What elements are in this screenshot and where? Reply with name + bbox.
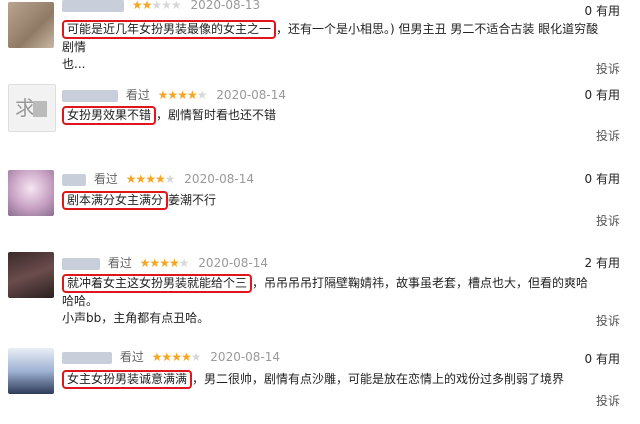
review-item: 求 看过 ★★★★★ 2020-08-14 0 有用 女扮男效果不错 ，剧情暂时看… bbox=[0, 82, 640, 154]
watch-status: 看过 bbox=[125, 88, 150, 102]
username[interactable] bbox=[62, 351, 112, 364]
highlighted-phrase: 女扮男效果不错 bbox=[62, 106, 157, 125]
rating-stars: ★★★★★ bbox=[157, 88, 208, 102]
highlighted-phrase: 女主女扮男装诚意满满 bbox=[62, 370, 193, 389]
review-text: 女扮男效果不错 ，剧情暂时看也还不错 bbox=[62, 106, 600, 125]
report-button[interactable]: 投诉 bbox=[596, 312, 620, 329]
watch-status: 看过 bbox=[107, 256, 132, 270]
review-meta: 看过 ★★★★★ 2020-08-14 bbox=[62, 170, 254, 187]
username[interactable] bbox=[62, 0, 124, 12]
review-item: ★★★★★ 2020-08-13 0 有用 可能是近几年女扮男装最像的女主之一，… bbox=[0, 0, 640, 80]
avatar[interactable] bbox=[8, 252, 54, 298]
review-meta: 看过 ★★★★★ 2020-08-14 bbox=[62, 254, 268, 271]
avatar[interactable] bbox=[8, 2, 54, 48]
review-body-line2: 小声bb，主角都有点丑哈。 bbox=[62, 311, 210, 325]
useful-button[interactable]: 0 有用 bbox=[585, 170, 620, 187]
avatar-logo-icon: 求 bbox=[15, 96, 47, 120]
report-button[interactable]: 投诉 bbox=[596, 127, 620, 144]
highlighted-phrase: 可能是近几年女扮男装最像的女主之一 bbox=[62, 20, 277, 39]
review-date: 2020-08-14 bbox=[184, 172, 255, 186]
useful-button[interactable]: 0 有用 bbox=[585, 2, 620, 19]
rating-stars: ★★★★★ bbox=[131, 0, 182, 12]
useful-button[interactable]: 0 有用 bbox=[585, 350, 620, 367]
review-body: 姜潮不行 bbox=[168, 193, 217, 207]
username[interactable] bbox=[62, 89, 118, 102]
avatar[interactable]: 求 bbox=[8, 84, 56, 132]
review-item: 看过 ★★★★★ 2020-08-14 0 有用 剧本满分女主满分 姜潮不行 投诉 bbox=[0, 164, 640, 236]
rating-stars: ★★★★★ bbox=[151, 350, 202, 364]
rating-stars: ★★★★★ bbox=[139, 256, 190, 270]
review-item: 看过 ★★★★★ 2020-08-14 2 有用 就冲着女主这女扮男装就能给个三… bbox=[0, 248, 640, 332]
review-date: 2020-08-14 bbox=[210, 350, 281, 364]
report-button[interactable]: 投诉 bbox=[596, 60, 620, 77]
review-text: 可能是近几年女扮男装最像的女主之一 ，还有一个是小相思。) 但男主丑 男二不适合古… bbox=[62, 20, 600, 73]
report-button[interactable]: 投诉 bbox=[596, 392, 620, 409]
review-date: 2020-08-14 bbox=[216, 88, 287, 102]
highlighted-phrase: 剧本满分女主满分 bbox=[62, 191, 169, 210]
review-date: 2020-08-14 bbox=[198, 256, 269, 270]
review-text: 女主女扮男装诚意满满 ，男二很帅，剧情有点沙雕，可能是放在恋情上的戏份过多削弱了境… bbox=[62, 370, 600, 389]
useful-button[interactable]: 2 有用 bbox=[585, 254, 620, 271]
review-meta: 看过 ★★★★★ 2020-08-14 bbox=[62, 86, 286, 103]
review-item: 看过 ★★★★★ 2020-08-14 0 有用 女主女扮男装诚意满满 ，男二很帅… bbox=[0, 342, 640, 422]
review-body-line2: 也... bbox=[62, 57, 86, 71]
svg-text:求: 求 bbox=[15, 96, 35, 120]
report-button[interactable]: 投诉 bbox=[596, 212, 620, 229]
watch-status: 看过 bbox=[93, 172, 118, 186]
watch-status: 看过 bbox=[119, 350, 144, 364]
username[interactable] bbox=[62, 173, 86, 186]
highlighted-phrase: 就冲着女主这女扮男装就能给个三 bbox=[62, 274, 253, 293]
review-date: 2020-08-13 bbox=[190, 0, 261, 12]
review-meta: 看过 ★★★★★ 2020-08-14 bbox=[62, 348, 280, 365]
review-meta: ★★★★★ 2020-08-13 bbox=[62, 0, 260, 12]
review-text: 就冲着女主这女扮男装就能给个三 ，吊吊吊吊打隔壁鞠婧祎，故事虽老套，槽点也大，但看… bbox=[62, 274, 600, 327]
rating-stars: ★★★★★ bbox=[125, 172, 176, 186]
review-body: ，剧情暂时看也还不错 bbox=[156, 108, 277, 122]
avatar[interactable] bbox=[8, 348, 54, 394]
review-body: ，男二很帅，剧情有点沙雕，可能是放在恋情上的戏份过多削弱了境界 bbox=[192, 372, 565, 386]
username[interactable] bbox=[62, 257, 100, 270]
useful-button[interactable]: 0 有用 bbox=[585, 86, 620, 103]
review-text: 剧本满分女主满分 姜潮不行 bbox=[62, 191, 600, 210]
avatar[interactable] bbox=[8, 170, 54, 216]
